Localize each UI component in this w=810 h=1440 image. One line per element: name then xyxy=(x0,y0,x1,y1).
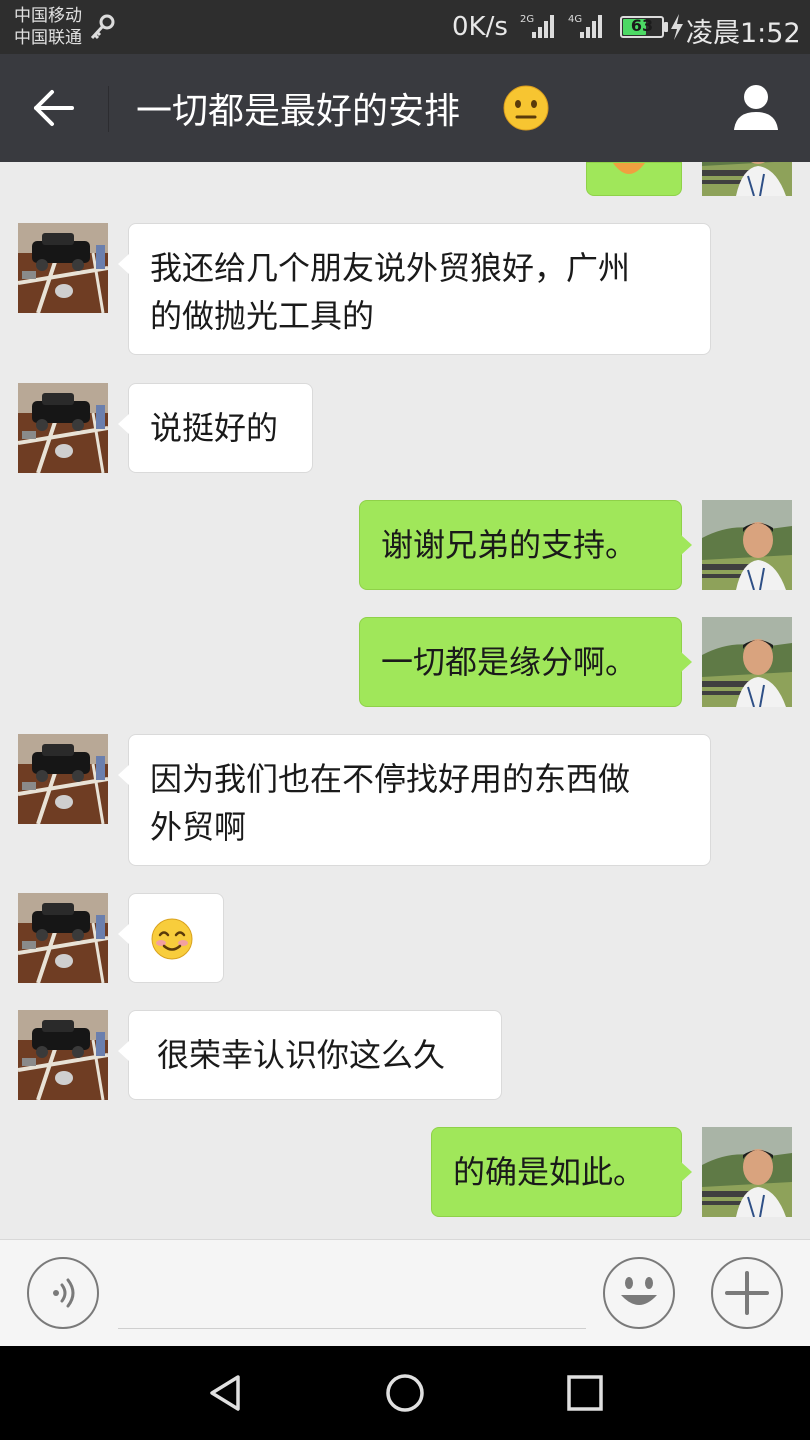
nav-recents-icon[interactable] xyxy=(565,1373,605,1413)
message-line: 我还给几个朋友说外贸狼好，广州 xyxy=(150,249,631,287)
message-input[interactable] xyxy=(118,1328,586,1329)
friend-avatar[interactable] xyxy=(18,1010,108,1100)
person-icon[interactable] xyxy=(732,82,780,132)
friend-avatar[interactable] xyxy=(18,734,108,824)
self-avatar[interactable] xyxy=(702,617,792,707)
message-text: 一切都是缘分啊。 xyxy=(381,643,638,681)
incoming-message[interactable]: 因为我们也在不停找好用的东西做 外贸啊 xyxy=(118,734,711,866)
net-label-1: 2G xyxy=(520,14,534,25)
chat-title: 一切都是最好的安排 xyxy=(136,91,461,132)
clock: 凌晨1:52 xyxy=(686,18,801,49)
message-line: 外贸啊 xyxy=(150,808,247,846)
signal-4g-icon: 4G xyxy=(568,14,602,38)
friend-avatar[interactable] xyxy=(18,893,108,983)
message-line: 因为我们也在不停找好用的东西做 xyxy=(150,760,631,798)
battery-icon: 63 xyxy=(620,16,664,38)
self-avatar[interactable] xyxy=(702,500,792,590)
smiling-face-emoji xyxy=(151,918,193,960)
friend-avatar[interactable] xyxy=(18,383,108,473)
incoming-message[interactable]: 很荣幸认识你这么久 xyxy=(118,1010,502,1100)
self-avatar[interactable] xyxy=(702,162,792,196)
carrier-1: 中国移动 xyxy=(14,6,82,26)
outgoing-message[interactable]: 的确是如此。 xyxy=(431,1127,692,1217)
plus-icon xyxy=(725,1271,769,1315)
status-bar: 中国移动 中国联通 0K/s 2G 4G 63 凌晨1:52 xyxy=(0,0,810,54)
plus-button[interactable] xyxy=(711,1257,783,1329)
friend-avatar[interactable] xyxy=(18,223,108,313)
incoming-emoji-message[interactable] xyxy=(118,893,224,983)
partial-emoji-icon xyxy=(613,163,645,174)
message-text: 说挺好的 xyxy=(150,409,279,447)
incoming-message[interactable]: 说挺好的 xyxy=(118,383,313,473)
message-text: 很荣幸认识你这么久 xyxy=(157,1036,446,1074)
outgoing-message[interactable]: 一切都是缘分啊。 xyxy=(359,617,692,707)
signal-2g-icon: 2G xyxy=(520,14,554,38)
input-bar xyxy=(0,1239,810,1346)
header-divider xyxy=(108,86,109,132)
neutral-face-emoji xyxy=(503,85,549,131)
carrier-labels: 中国移动 中国联通 xyxy=(14,5,82,49)
emoji-button[interactable] xyxy=(603,1257,675,1329)
nav-back-icon[interactable] xyxy=(206,1373,246,1413)
key-icon xyxy=(90,14,115,40)
battery-percent: 63 xyxy=(630,16,654,35)
emoji-icon xyxy=(621,1277,657,1305)
voice-button[interactable] xyxy=(27,1257,99,1329)
nav-home-icon[interactable] xyxy=(384,1372,426,1414)
network-speed: 0K/s xyxy=(452,12,508,42)
incoming-message[interactable]: 我还给几个朋友说外贸狼好，广州 的做抛光工具的 xyxy=(118,223,711,355)
message-line: 的做抛光工具的 xyxy=(150,297,375,335)
system-nav-bar xyxy=(0,1346,810,1440)
partial-outgoing-bubble[interactable] xyxy=(586,162,682,196)
back-arrow-icon[interactable] xyxy=(30,86,78,130)
self-avatar[interactable] xyxy=(702,1127,792,1217)
battery-tip xyxy=(664,22,668,32)
outgoing-message[interactable]: 谢谢兄弟的支持。 xyxy=(359,500,692,590)
voice-icon xyxy=(53,1278,75,1308)
message-text: 谢谢兄弟的支持。 xyxy=(381,526,638,564)
net-label-2: 4G xyxy=(568,14,582,25)
message-text: 的确是如此。 xyxy=(453,1153,646,1191)
carrier-2: 中国联通 xyxy=(14,28,82,48)
chat-header: 一切都是最好的安排 xyxy=(0,54,810,162)
charging-icon xyxy=(671,14,683,40)
